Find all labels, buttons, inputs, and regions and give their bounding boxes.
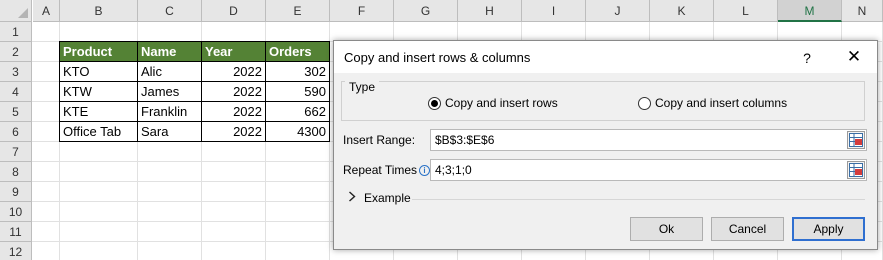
repeat-times-input[interactable]: 4;3;1;0 [430,159,867,181]
row-header-9[interactable]: 9 [0,182,32,202]
table-cell[interactable]: Alic [138,62,201,81]
ok-button[interactable]: Ok [630,217,703,241]
row-header-10[interactable]: 10 [0,202,32,222]
column-header-d[interactable]: D [202,0,266,22]
column-header-f[interactable]: F [330,0,394,22]
table-cell[interactable]: 4300 [266,122,329,141]
table-border [59,141,330,142]
radio-copy-insert-columns[interactable]: Copy and insert columns [638,96,787,110]
table-cell[interactable]: 590 [266,82,329,101]
cancel-button[interactable]: Cancel [711,217,784,241]
range-select-icon[interactable] [847,161,865,179]
column-header-n[interactable]: N [842,0,883,22]
insert-range-input[interactable]: $B$3:$E$6 [430,129,867,151]
row-header-4[interactable]: 4 [0,82,32,102]
table-cell[interactable]: KTO [60,62,137,81]
repeat-times-label: Repeat Times [343,163,418,177]
select-all-corner[interactable] [0,0,32,22]
column-header-j[interactable]: J [586,0,650,22]
row-header-5[interactable]: 5 [0,102,32,122]
column-header-b[interactable]: B [60,0,138,22]
column-header-g[interactable]: G [394,0,458,22]
close-button[interactable]: ✕ [842,46,866,68]
row-header-6[interactable]: 6 [0,122,32,142]
row-header-1[interactable]: 1 [0,22,32,42]
range-select-icon[interactable] [847,131,865,149]
row-header-7[interactable]: 7 [0,142,32,162]
table-border [59,121,330,122]
radio-rows-label: Copy and insert rows [445,96,558,110]
table-border [59,41,330,42]
table-header-cell[interactable]: Name [138,42,201,61]
table-cell[interactable]: KTE [60,102,137,121]
table-cell[interactable]: 662 [266,102,329,121]
radio-unchecked-icon[interactable] [638,96,651,110]
column-header-h[interactable]: H [458,0,522,22]
row-header-3[interactable]: 3 [0,62,32,82]
table-border [137,41,138,142]
table-cell[interactable]: Office Tab [60,122,137,141]
column-header-k[interactable]: K [650,0,714,22]
table-border [59,81,330,82]
copy-insert-dialog: Copy and insert rows & columns ? ✕ Type … [333,40,878,250]
radio-copy-insert-rows[interactable]: Copy and insert rows [428,96,558,110]
example-expander[interactable]: Example [348,191,411,205]
row-header-12[interactable]: 12 [0,242,32,260]
apply-button[interactable]: Apply [792,217,865,241]
repeat-times-value: 4;3;1;0 [435,163,472,177]
table-border [329,41,330,142]
table-cell[interactable]: Franklin [138,102,201,121]
table-cell[interactable]: James [138,82,201,101]
table-border [201,41,202,142]
table-cell[interactable]: 2022 [202,102,265,121]
row-header-8[interactable]: 8 [0,162,32,182]
insert-range-label: Insert Range: [343,133,416,147]
repeat-times-label-group: Repeat Timesi : [343,163,437,177]
column-header-a[interactable]: A [33,0,60,22]
radio-cols-label: Copy and insert columns [655,96,788,110]
column-header-c[interactable]: C [138,0,202,22]
table-border [59,61,330,62]
dialog-titlebar[interactable]: Copy and insert rows & columns ? ✕ [334,41,877,73]
column-header-i[interactable]: I [522,0,586,22]
help-button[interactable]: ? [796,48,818,68]
info-icon[interactable]: i [419,165,431,176]
table-border [265,41,266,142]
table-border [59,41,60,142]
table-cell[interactable]: 2022 [202,122,265,141]
dialog-title: Copy and insert rows & columns [344,50,531,65]
insert-range-value: $B$3:$E$6 [435,133,495,147]
chevron-right-icon[interactable] [348,191,356,205]
radio-checked-icon[interactable] [428,96,441,110]
table-header-cell[interactable]: Orders [266,42,329,61]
table-header-cell[interactable]: Product [60,42,137,61]
table-border [59,101,330,102]
table-cell[interactable]: 2022 [202,62,265,81]
table-header-cell[interactable]: Year [202,42,265,61]
divider [412,199,865,200]
example-label: Example [364,191,411,205]
table-cell[interactable]: 2022 [202,82,265,101]
row-header-11[interactable]: 11 [0,222,32,242]
column-header-e[interactable]: E [266,0,330,22]
type-legend: Type [345,80,380,94]
column-header-l[interactable]: L [714,0,778,22]
table-cell[interactable]: Sara [138,122,201,141]
table-cell[interactable]: 302 [266,62,329,81]
column-header-m[interactable]: M [778,0,842,22]
row-header-2[interactable]: 2 [0,42,32,62]
table-cell[interactable]: KTW [60,82,137,101]
